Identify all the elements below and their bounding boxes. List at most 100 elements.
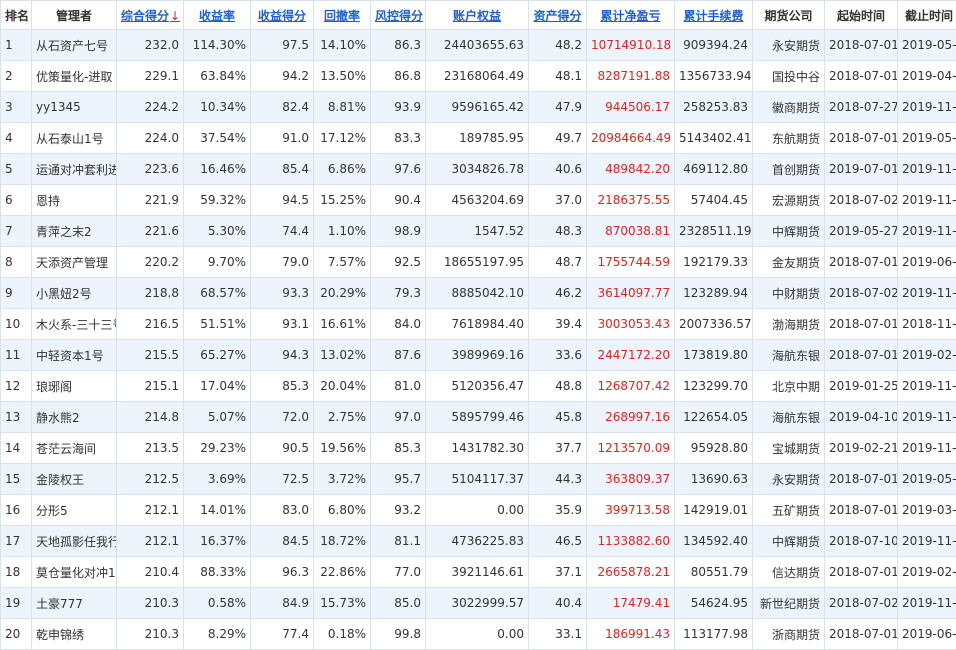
table-row[interactable]: 16分形5212.114.01%83.06.80%93.20.0035.9399… bbox=[1, 495, 956, 526]
cell-rank: 12 bbox=[1, 371, 32, 402]
cell-return-score: 94.3 bbox=[251, 340, 314, 371]
cell-return-score: 72.0 bbox=[251, 402, 314, 433]
col-header-drawdown[interactable]: 回撤率 bbox=[314, 1, 371, 30]
cell-composite-score: 220.2 bbox=[117, 247, 184, 278]
table-row[interactable]: 10木火系-三十三号216.551.51%93.116.61%84.076189… bbox=[1, 309, 956, 340]
cell-composite-score: 212.5 bbox=[117, 464, 184, 495]
cell-end-date: 2019-03-19 bbox=[898, 495, 956, 526]
col-header-net-pl[interactable]: 累计净盈亏 bbox=[587, 1, 675, 30]
col-header-return-score[interactable]: 收益得分 bbox=[251, 1, 314, 30]
cell-net-pl: 268997.16 bbox=[587, 402, 675, 433]
col-header-asset-score[interactable]: 资产得分 bbox=[529, 1, 587, 30]
cell-return-rate: 88.33% bbox=[184, 557, 251, 588]
cell-drawdown: 1.10% bbox=[314, 216, 371, 247]
cell-asset-score: 48.3 bbox=[529, 216, 587, 247]
cell-return-score: 96.3 bbox=[251, 557, 314, 588]
table-row[interactable]: 5运通对冲套利进223.616.46%85.46.86%97.63034826.… bbox=[1, 154, 956, 185]
table-row[interactable]: 2优策量化-进取229.163.84%94.213.50%86.82316806… bbox=[1, 61, 956, 92]
col-header-composite-score[interactable]: 综合得分↓ bbox=[117, 1, 184, 30]
cell-risk-score: 83.3 bbox=[371, 123, 426, 154]
cell-drawdown: 14.10% bbox=[314, 30, 371, 61]
ranking-table: 排名 管理者 综合得分↓ 收益率 收益得分 回撤率 风控得分 账户权益 资产得分… bbox=[0, 0, 956, 650]
cell-fees: 54624.95 bbox=[675, 588, 753, 619]
cell-fees: 57404.45 bbox=[675, 185, 753, 216]
cell-equity: 189785.95 bbox=[426, 123, 529, 154]
table-row[interactable]: 13静水熊2214.85.07%72.02.75%97.05895799.464… bbox=[1, 402, 956, 433]
cell-end-date: 2018-11-26 bbox=[898, 309, 956, 340]
cell-start-date: 2018-07-27 bbox=[825, 92, 898, 123]
col-header-fees[interactable]: 累计手续费 bbox=[675, 1, 753, 30]
cell-manager: yy1345 bbox=[32, 92, 117, 123]
cell-broker: 海航东银 bbox=[753, 340, 825, 371]
cell-manager: 静水熊2 bbox=[32, 402, 117, 433]
cell-fees: 142919.01 bbox=[675, 495, 753, 526]
cell-manager: 天地孤影任我行 bbox=[32, 526, 117, 557]
cell-asset-score: 48.7 bbox=[529, 247, 587, 278]
cell-return-rate: 65.27% bbox=[184, 340, 251, 371]
cell-start-date: 2018-07-02 bbox=[825, 185, 898, 216]
table-row[interactable]: 12琅琊阁215.117.04%85.320.04%81.05120356.47… bbox=[1, 371, 956, 402]
cell-return-rate: 17.04% bbox=[184, 371, 251, 402]
cell-end-date: 2019-11-18 bbox=[898, 154, 956, 185]
cell-risk-score: 81.1 bbox=[371, 526, 426, 557]
cell-return-score: 90.5 bbox=[251, 433, 314, 464]
cell-fees: 95928.80 bbox=[675, 433, 753, 464]
table-row[interactable]: 4从石泰山1号224.037.54%91.017.12%83.3189785.9… bbox=[1, 123, 956, 154]
cell-asset-score: 46.2 bbox=[529, 278, 587, 309]
col-header-return-rate[interactable]: 收益率 bbox=[184, 1, 251, 30]
cell-manager: 土豪777 bbox=[32, 588, 117, 619]
cell-drawdown: 13.50% bbox=[314, 61, 371, 92]
table-row[interactable]: 1从石资产七号232.0114.30%97.514.10%86.32440365… bbox=[1, 30, 956, 61]
cell-asset-score: 48.2 bbox=[529, 30, 587, 61]
table-row[interactable]: 7青萍之末2221.65.30%74.41.10%98.91547.5248.3… bbox=[1, 216, 956, 247]
table-row[interactable]: 19土豪777210.30.58%84.915.73%85.03022999.5… bbox=[1, 588, 956, 619]
cell-manager: 金陵权王 bbox=[32, 464, 117, 495]
table-row[interactable]: 18莫仓量化对冲1号210.488.33%96.322.86%77.039211… bbox=[1, 557, 956, 588]
table-row[interactable]: 3yy1345224.210.34%82.48.81%93.99596165.4… bbox=[1, 92, 956, 123]
cell-rank: 16 bbox=[1, 495, 32, 526]
table-row[interactable]: 8天添资产管理220.29.70%79.07.57%92.518655197.9… bbox=[1, 247, 956, 278]
cell-manager: 从石资产七号 bbox=[32, 30, 117, 61]
cell-asset-score: 46.5 bbox=[529, 526, 587, 557]
cell-asset-score: 37.7 bbox=[529, 433, 587, 464]
cell-return-score: 91.0 bbox=[251, 123, 314, 154]
col-header-equity[interactable]: 账户权益 bbox=[426, 1, 529, 30]
cell-manager: 乾申锦绣 bbox=[32, 619, 117, 650]
cell-equity: 9596165.42 bbox=[426, 92, 529, 123]
cell-risk-score: 87.6 bbox=[371, 340, 426, 371]
table-row[interactable]: 17天地孤影任我行212.116.37%84.518.72%81.1473622… bbox=[1, 526, 956, 557]
cell-asset-score: 44.3 bbox=[529, 464, 587, 495]
cell-manager: 莫仓量化对冲1号 bbox=[32, 557, 117, 588]
cell-composite-score: 214.8 bbox=[117, 402, 184, 433]
cell-net-pl: 399713.58 bbox=[587, 495, 675, 526]
cell-fees: 134592.40 bbox=[675, 526, 753, 557]
col-header-risk-score[interactable]: 风控得分 bbox=[371, 1, 426, 30]
cell-rank: 17 bbox=[1, 526, 32, 557]
cell-fees: 192179.33 bbox=[675, 247, 753, 278]
table-row[interactable]: 6恩持221.959.32%94.515.25%90.44563204.6937… bbox=[1, 185, 956, 216]
table-row[interactable]: 11中轻资本1号215.565.27%94.313.02%87.63989969… bbox=[1, 340, 956, 371]
cell-composite-score: 213.5 bbox=[117, 433, 184, 464]
cell-rank: 15 bbox=[1, 464, 32, 495]
cell-start-date: 2019-04-10 bbox=[825, 402, 898, 433]
cell-fees: 2328511.19 bbox=[675, 216, 753, 247]
cell-fees: 123289.94 bbox=[675, 278, 753, 309]
cell-manager: 运通对冲套利进 bbox=[32, 154, 117, 185]
table-row[interactable]: 9小黑妞2号218.868.57%93.320.29%79.38885042.1… bbox=[1, 278, 956, 309]
cell-equity: 1431782.30 bbox=[426, 433, 529, 464]
cell-start-date: 2018-07-01 bbox=[825, 464, 898, 495]
table-row[interactable]: 20乾申锦绣210.38.29%77.40.18%99.80.0033.1186… bbox=[1, 619, 956, 650]
cell-composite-score: 229.1 bbox=[117, 61, 184, 92]
cell-drawdown: 15.73% bbox=[314, 588, 371, 619]
cell-start-date: 2018-07-01 bbox=[825, 340, 898, 371]
col-header-broker: 期货公司 bbox=[753, 1, 825, 30]
table-row[interactable]: 14苍茫云海间213.529.23%90.519.56%85.31431782.… bbox=[1, 433, 956, 464]
cell-asset-score: 47.9 bbox=[529, 92, 587, 123]
table-row[interactable]: 15金陵权王212.53.69%72.53.72%95.75104117.374… bbox=[1, 464, 956, 495]
cell-manager: 琅琊阁 bbox=[32, 371, 117, 402]
cell-drawdown: 7.57% bbox=[314, 247, 371, 278]
cell-rank: 8 bbox=[1, 247, 32, 278]
cell-end-date: 2019-02-22 bbox=[898, 340, 956, 371]
cell-composite-score: 232.0 bbox=[117, 30, 184, 61]
cell-broker: 金友期货 bbox=[753, 247, 825, 278]
